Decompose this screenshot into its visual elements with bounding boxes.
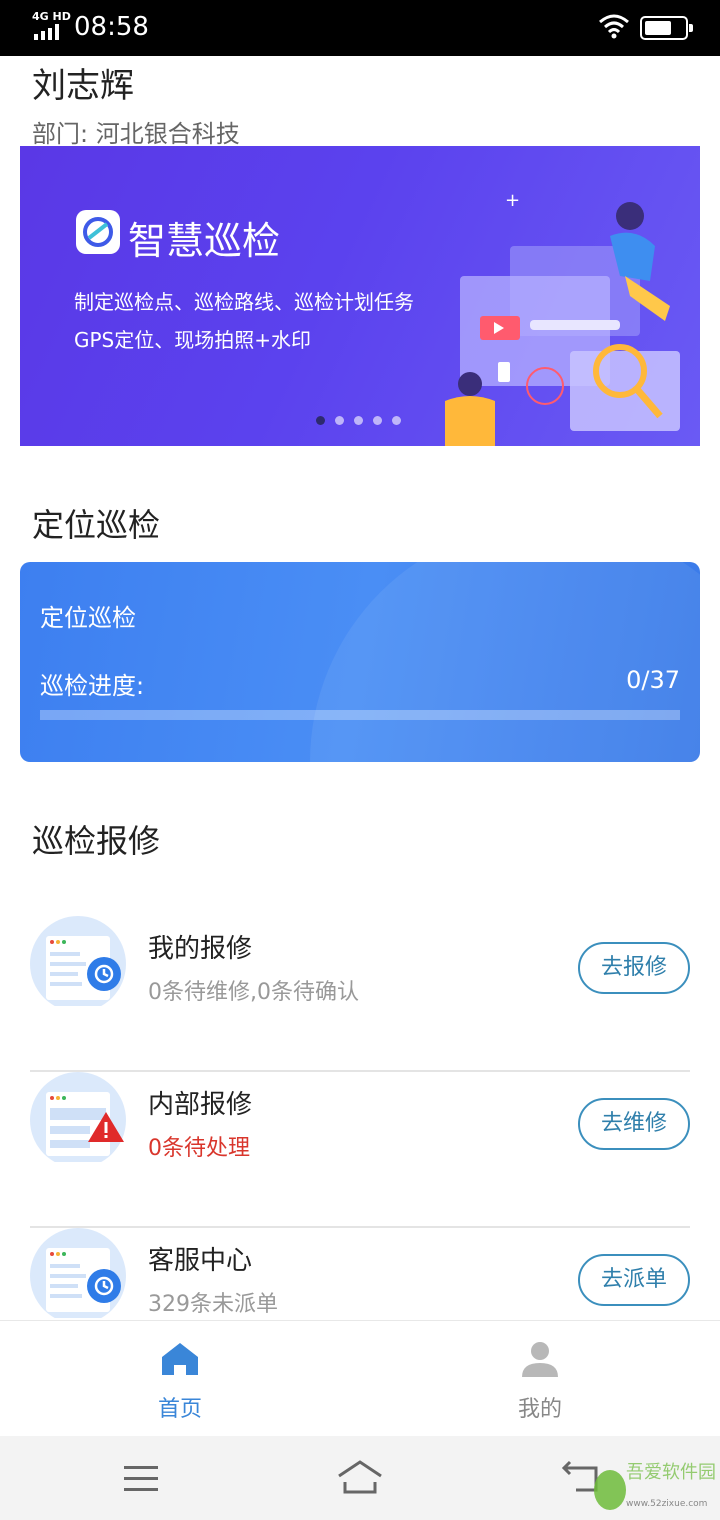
carousel-dot[interactable] — [354, 416, 363, 425]
banner-feature-line-2: GPS定位、现场拍照+水印 — [74, 328, 312, 352]
tab-label: 我的 — [517, 1397, 562, 1422]
watermark-logo: 吾爱软件园 www.52zixue.com — [590, 1456, 716, 1514]
battery-icon — [640, 16, 693, 40]
network-indicator: 4G HD — [32, 10, 71, 23]
tab-mine[interactable]: 我的 — [360, 1321, 720, 1437]
carousel-dot[interactable] — [335, 416, 344, 425]
list-item-internal-repair[interactable]: 内部报修 0条待处理 去维修 — [30, 1072, 690, 1228]
item-title: 我的报修 — [148, 934, 253, 964]
document-history-icon — [30, 916, 126, 1006]
progress-value: 0/37 — [626, 666, 680, 694]
bottom-tab-bar: 首页 我的 — [0, 1320, 720, 1436]
go-dispatch-button[interactable]: 去派单 — [578, 1254, 690, 1306]
section-title-location-inspection: 定位巡检 — [32, 506, 161, 544]
item-status: 329条未派单 — [148, 1292, 278, 1317]
banner-feature-line-1: 制定巡检点、巡检路线、巡检计划任务 — [74, 290, 414, 314]
banner-illustration: + — [445, 190, 680, 446]
tab-label: 首页 — [157, 1397, 202, 1422]
list-item-customer-service[interactable]: 客服中心 329条未派单 去派单 — [30, 1228, 690, 1320]
status-bar: 4G HD 08:58 — [0, 0, 720, 56]
item-status: 0条待处理 — [148, 1136, 250, 1161]
item-title: 客服中心 — [148, 1246, 253, 1276]
location-inspection-card[interactable]: 定位巡检 巡检进度: 0/37 — [20, 562, 700, 762]
department-label: 部门: 河北银合科技 — [32, 120, 240, 148]
item-title: 内部报修 — [148, 1090, 253, 1120]
carousel-dot[interactable] — [316, 416, 325, 425]
signal-icon — [34, 24, 59, 40]
carousel-dot[interactable] — [392, 416, 401, 425]
person-icon — [522, 1342, 558, 1377]
card-title: 定位巡检 — [40, 604, 136, 632]
document-history-icon — [30, 1228, 126, 1318]
list-item-my-repair[interactable]: 我的报修 0条待维修,0条待确认 去报修 — [30, 916, 690, 1072]
promo-banner[interactable]: 智慧巡检 制定巡检点、巡检路线、巡检计划任务 GPS定位、现场拍照+水印 + — [20, 146, 700, 446]
carousel-dot[interactable] — [373, 416, 382, 425]
wifi-icon — [599, 14, 629, 39]
svg-text:吾爱软件园: 吾爱软件园 — [626, 1462, 716, 1483]
menu-icon[interactable] — [116, 1456, 166, 1500]
svg-text:www.52zixue.com: www.52zixue.com — [626, 1499, 707, 1509]
tab-home[interactable]: 首页 — [0, 1321, 360, 1437]
go-report-repair-button[interactable]: 去报修 — [578, 942, 690, 994]
go-maintain-button[interactable]: 去维修 — [578, 1098, 690, 1150]
app-logo-icon — [76, 210, 120, 254]
document-warning-icon — [30, 1072, 126, 1162]
carousel-indicator[interactable] — [316, 416, 401, 425]
status-time: 08:58 — [74, 12, 149, 42]
item-status: 0条待维修,0条待确认 — [148, 980, 359, 1005]
banner-title: 智慧巡检 — [128, 219, 281, 263]
svg-text:+: + — [505, 190, 520, 211]
progress-label: 巡检进度: — [40, 672, 145, 700]
section-title-inspection-repair: 巡检报修 — [32, 822, 161, 860]
progress-bar — [40, 710, 680, 720]
home-nav-icon[interactable] — [335, 1456, 385, 1500]
user-name: 刘志辉 — [32, 66, 134, 106]
home-icon — [162, 1343, 198, 1375]
